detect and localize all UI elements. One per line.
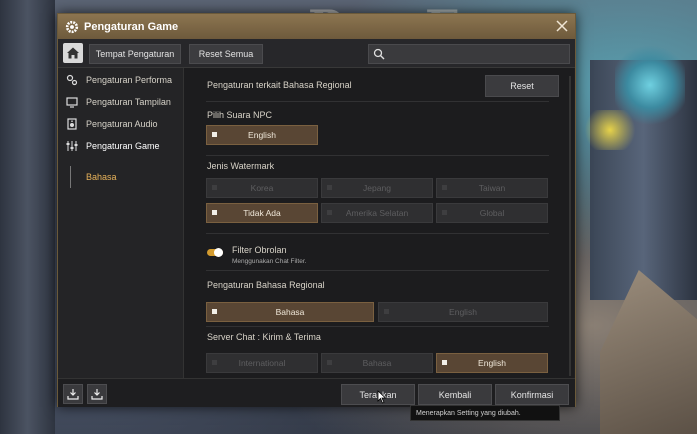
confirm-button[interactable]: Konfirmasi: [495, 384, 569, 405]
import-button[interactable]: [63, 384, 83, 404]
option-watermark-global[interactable]: Global: [436, 203, 548, 223]
download-icon: [91, 389, 103, 400]
sidebar-item-label: Pengaturan Game: [86, 141, 160, 151]
reset-button[interactable]: Reset: [485, 75, 559, 97]
npc-voice-label: Pilih Suara NPC: [207, 110, 273, 120]
option-watermark-amerika-selatan[interactable]: Amerika Selatan: [321, 203, 433, 223]
toolbar: Tempat Pengaturan Reset Semua: [58, 39, 575, 68]
performance-icon: [66, 74, 78, 86]
cursor-icon: [377, 390, 387, 404]
export-button[interactable]: [87, 384, 107, 404]
download-icon: [67, 389, 79, 400]
back-button[interactable]: Kembali: [418, 384, 492, 405]
monitor-icon: [66, 97, 78, 108]
sidebar-item-label: Pengaturan Performa: [86, 75, 173, 85]
option-watermark-korea[interactable]: Korea: [206, 178, 318, 198]
tooltip: Menerapkan Setting yang diubah.: [410, 405, 560, 421]
watermark-label: Jenis Watermark: [207, 161, 275, 171]
option-region-bahasa[interactable]: Bahasa: [206, 302, 374, 322]
sidebar-item-game[interactable]: Pengaturan Game: [58, 137, 183, 155]
sidebar-subitem-language[interactable]: Bahasa: [70, 166, 117, 188]
divider: [206, 101, 549, 102]
search-input[interactable]: [368, 44, 570, 64]
option-server-english[interactable]: English: [436, 353, 548, 373]
chat-filter-sublabel: Menggunakan Chat Filter.: [232, 258, 307, 265]
sidebar-item-display[interactable]: Pengaturan Tampilan: [58, 93, 183, 111]
regional-language-label: Pengaturan Bahasa Regional: [207, 280, 325, 290]
footer-bar: Terapkan Kembali Konfirmasi: [58, 378, 575, 407]
speaker-icon: [67, 118, 77, 130]
sliders-icon: [66, 141, 78, 151]
sidebar: Pengaturan Performa Pengaturan Tampilan …: [58, 68, 184, 378]
divider: [206, 155, 549, 156]
divider: [206, 233, 549, 234]
home-icon: [67, 47, 79, 59]
option-watermark-jepang[interactable]: Jepang: [321, 178, 433, 198]
server-chat-label: Server Chat : Kirim & Terima: [207, 332, 321, 342]
title-bar: Pengaturan Game: [58, 14, 575, 39]
gear-icon: [65, 20, 79, 33]
home-button[interactable]: [63, 43, 83, 63]
scrollbar[interactable]: [569, 76, 571, 376]
search-icon: [373, 48, 385, 60]
reset-all-button[interactable]: Reset Semua: [189, 44, 263, 64]
sidebar-item-label: Pengaturan Tampilan: [86, 97, 171, 107]
option-watermark-tidak-ada[interactable]: Tidak Ada: [206, 203, 318, 223]
chat-filter-toggle[interactable]: [207, 248, 223, 257]
checkbox: [212, 132, 217, 137]
divider: [206, 270, 549, 271]
option-region-english[interactable]: English: [378, 302, 548, 322]
section-title: Pengaturan terkait Bahasa Regional: [207, 80, 352, 90]
option-watermark-taiwan[interactable]: Taiwan: [436, 178, 548, 198]
option-npc-english[interactable]: English: [206, 125, 318, 145]
settings-window: Pengaturan Game Tempat Pengaturan Reset …: [57, 13, 576, 407]
sidebar-item-label: Pengaturan Audio: [86, 119, 158, 129]
sidebar-item-performance[interactable]: Pengaturan Performa: [58, 71, 183, 89]
option-server-international[interactable]: International: [206, 353, 318, 373]
sidebar-item-audio[interactable]: Pengaturan Audio: [58, 115, 183, 133]
tab-setting-location[interactable]: Tempat Pengaturan: [89, 44, 181, 64]
option-server-bahasa[interactable]: Bahasa: [321, 353, 433, 373]
settings-content: Pengaturan terkait Bahasa Regional Reset…: [184, 68, 574, 378]
close-icon[interactable]: [555, 19, 569, 33]
divider: [206, 326, 549, 327]
chat-filter-label: Filter Obrolan: [232, 245, 287, 255]
window-title: Pengaturan Game: [84, 20, 179, 33]
